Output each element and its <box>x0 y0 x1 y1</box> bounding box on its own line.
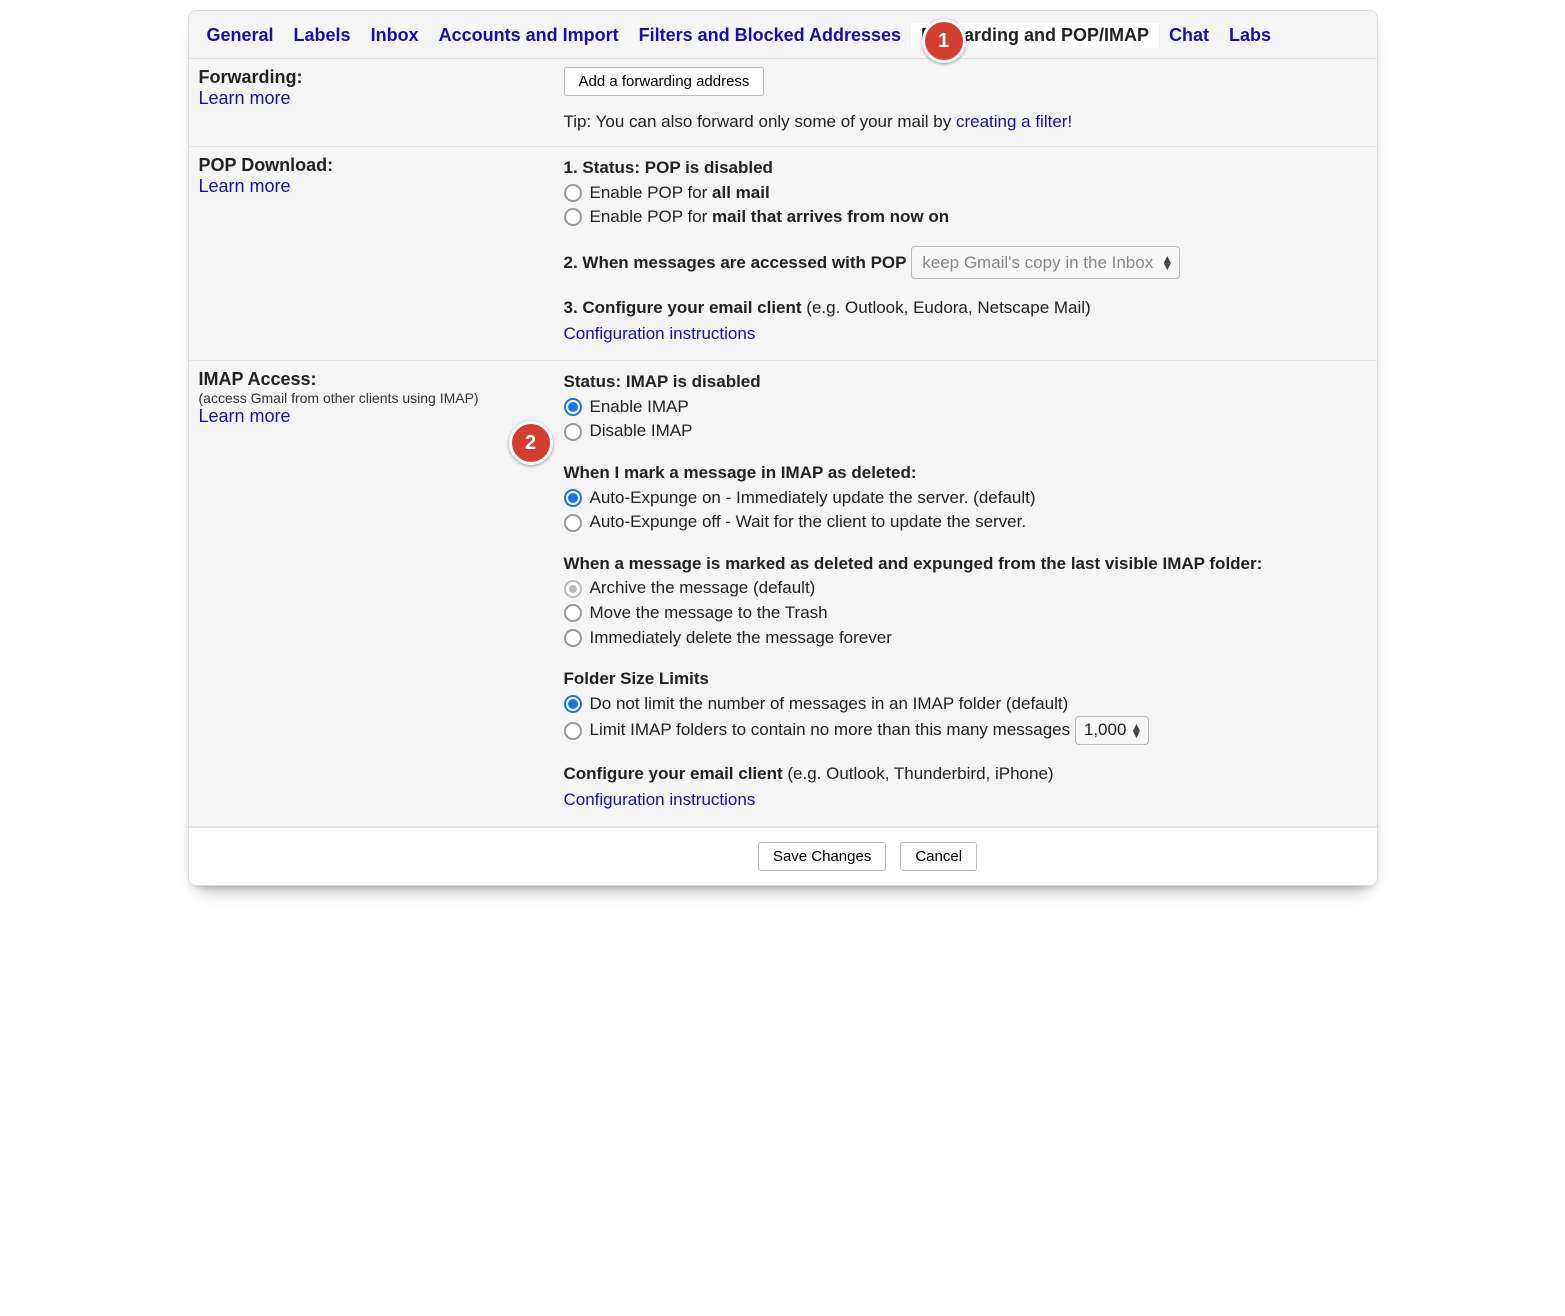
pop-status-value: POP is disabled <box>645 158 773 177</box>
imap-disable-label: Disable IMAP <box>590 419 693 444</box>
pop-configure-note: (e.g. Outlook, Eudora, Netscape Mail) <box>806 298 1090 317</box>
imap-status-label: Status: <box>564 372 622 391</box>
radio-folder-no-limit[interactable] <box>564 695 582 713</box>
radio-trash[interactable] <box>564 604 582 622</box>
imap-config-instructions-link[interactable]: Configuration instructions <box>564 790 756 809</box>
radio-expunge-on[interactable] <box>564 489 582 507</box>
pop-title: POP Download: <box>199 155 554 176</box>
radio-expunge-off[interactable] <box>564 514 582 532</box>
save-changes-button[interactable]: Save Changes <box>758 842 886 871</box>
archive-label: Archive the message (default) <box>590 576 816 601</box>
forwarding-tip-text: Tip: You can also forward only some of y… <box>564 112 956 131</box>
tab-labels[interactable]: Labels <box>284 23 361 48</box>
footer: Save Changes Cancel <box>189 827 1377 885</box>
imap-learn-more[interactable]: Learn more <box>199 406 291 426</box>
tab-labs[interactable]: Labs <box>1219 23 1281 48</box>
pop-opt2-text: Enable POP for mail that arrives from no… <box>590 205 950 230</box>
add-forwarding-address-button[interactable]: Add a forwarding address <box>564 67 765 96</box>
settings-tabs: General Labels Inbox Accounts and Import… <box>189 11 1377 59</box>
radio-pop-all-mail[interactable] <box>564 184 582 202</box>
pop-access-select[interactable]: keep Gmail's copy in the Inbox ▲▼ <box>911 246 1180 280</box>
folder-heading: Folder Size Limits <box>564 666 1367 692</box>
pop-opt1-text: Enable POP for all mail <box>590 181 770 206</box>
imap-configure-note: (e.g. Outlook, Thunderbird, iPhone) <box>787 764 1053 783</box>
callout-2: 2 <box>509 421 553 465</box>
pop-status-label: 1. Status: <box>564 158 641 177</box>
imap-title: IMAP Access: <box>199 369 554 390</box>
imap-configure-label: Configure your email client <box>564 764 783 783</box>
radio-imap-disable[interactable] <box>564 423 582 441</box>
pop-access-label: 2. When messages are accessed with POP <box>564 253 907 272</box>
delete-forever-label: Immediately delete the message forever <box>590 626 892 651</box>
tab-general[interactable]: General <box>197 23 284 48</box>
radio-delete-forever[interactable] <box>564 629 582 647</box>
section-imap: IMAP Access: (access Gmail from other cl… <box>189 361 1377 827</box>
radio-folder-limit[interactable] <box>564 722 582 740</box>
radio-pop-from-now[interactable] <box>564 208 582 226</box>
section-forwarding: Forwarding: Learn more Add a forwarding … <box>189 59 1377 147</box>
imap-subnote: (access Gmail from other clients using I… <box>199 390 554 406</box>
section-pop: POP Download: Learn more 1. Status: POP … <box>189 147 1377 361</box>
creating-filter-link[interactable]: creating a filter! <box>956 112 1072 131</box>
pop-configure-label: 3. Configure your email client <box>564 298 802 317</box>
callout-1: 1 <box>922 19 966 63</box>
imap-status-value: IMAP is disabled <box>626 372 761 391</box>
expunge-off-label: Auto-Expunge off - Wait for the client t… <box>590 510 1027 535</box>
folder-limit-select[interactable]: 1,000 ▲▼ <box>1075 716 1150 745</box>
radio-archive[interactable] <box>564 580 582 598</box>
radio-imap-enable[interactable] <box>564 398 582 416</box>
forwarding-title: Forwarding: <box>199 67 554 88</box>
tab-chat[interactable]: Chat <box>1159 23 1219 48</box>
imap-enable-label: Enable IMAP <box>590 395 689 420</box>
pop-learn-more[interactable]: Learn more <box>199 176 291 196</box>
tab-filters-blocked[interactable]: Filters and Blocked Addresses <box>629 23 911 48</box>
pop-config-instructions-link[interactable]: Configuration instructions <box>564 324 756 343</box>
imap-delete-heading: When I mark a message in IMAP as deleted… <box>564 460 1367 486</box>
forwarding-learn-more[interactable]: Learn more <box>199 88 291 108</box>
cancel-button[interactable]: Cancel <box>900 842 977 871</box>
trash-label: Move the message to the Trash <box>590 601 828 626</box>
settings-frame: 1 2 3 General Labels Inbox Accounts and … <box>188 10 1378 886</box>
imap-expunged-heading: When a message is marked as deleted and … <box>564 551 1367 577</box>
tab-accounts-import[interactable]: Accounts and Import <box>429 23 629 48</box>
tab-inbox[interactable]: Inbox <box>361 23 429 48</box>
folder-no-limit-label: Do not limit the number of messages in a… <box>590 692 1069 717</box>
expunge-on-label: Auto-Expunge on - Immediately update the… <box>590 486 1036 511</box>
folder-limit-label: Limit IMAP folders to contain no more th… <box>590 718 1071 743</box>
